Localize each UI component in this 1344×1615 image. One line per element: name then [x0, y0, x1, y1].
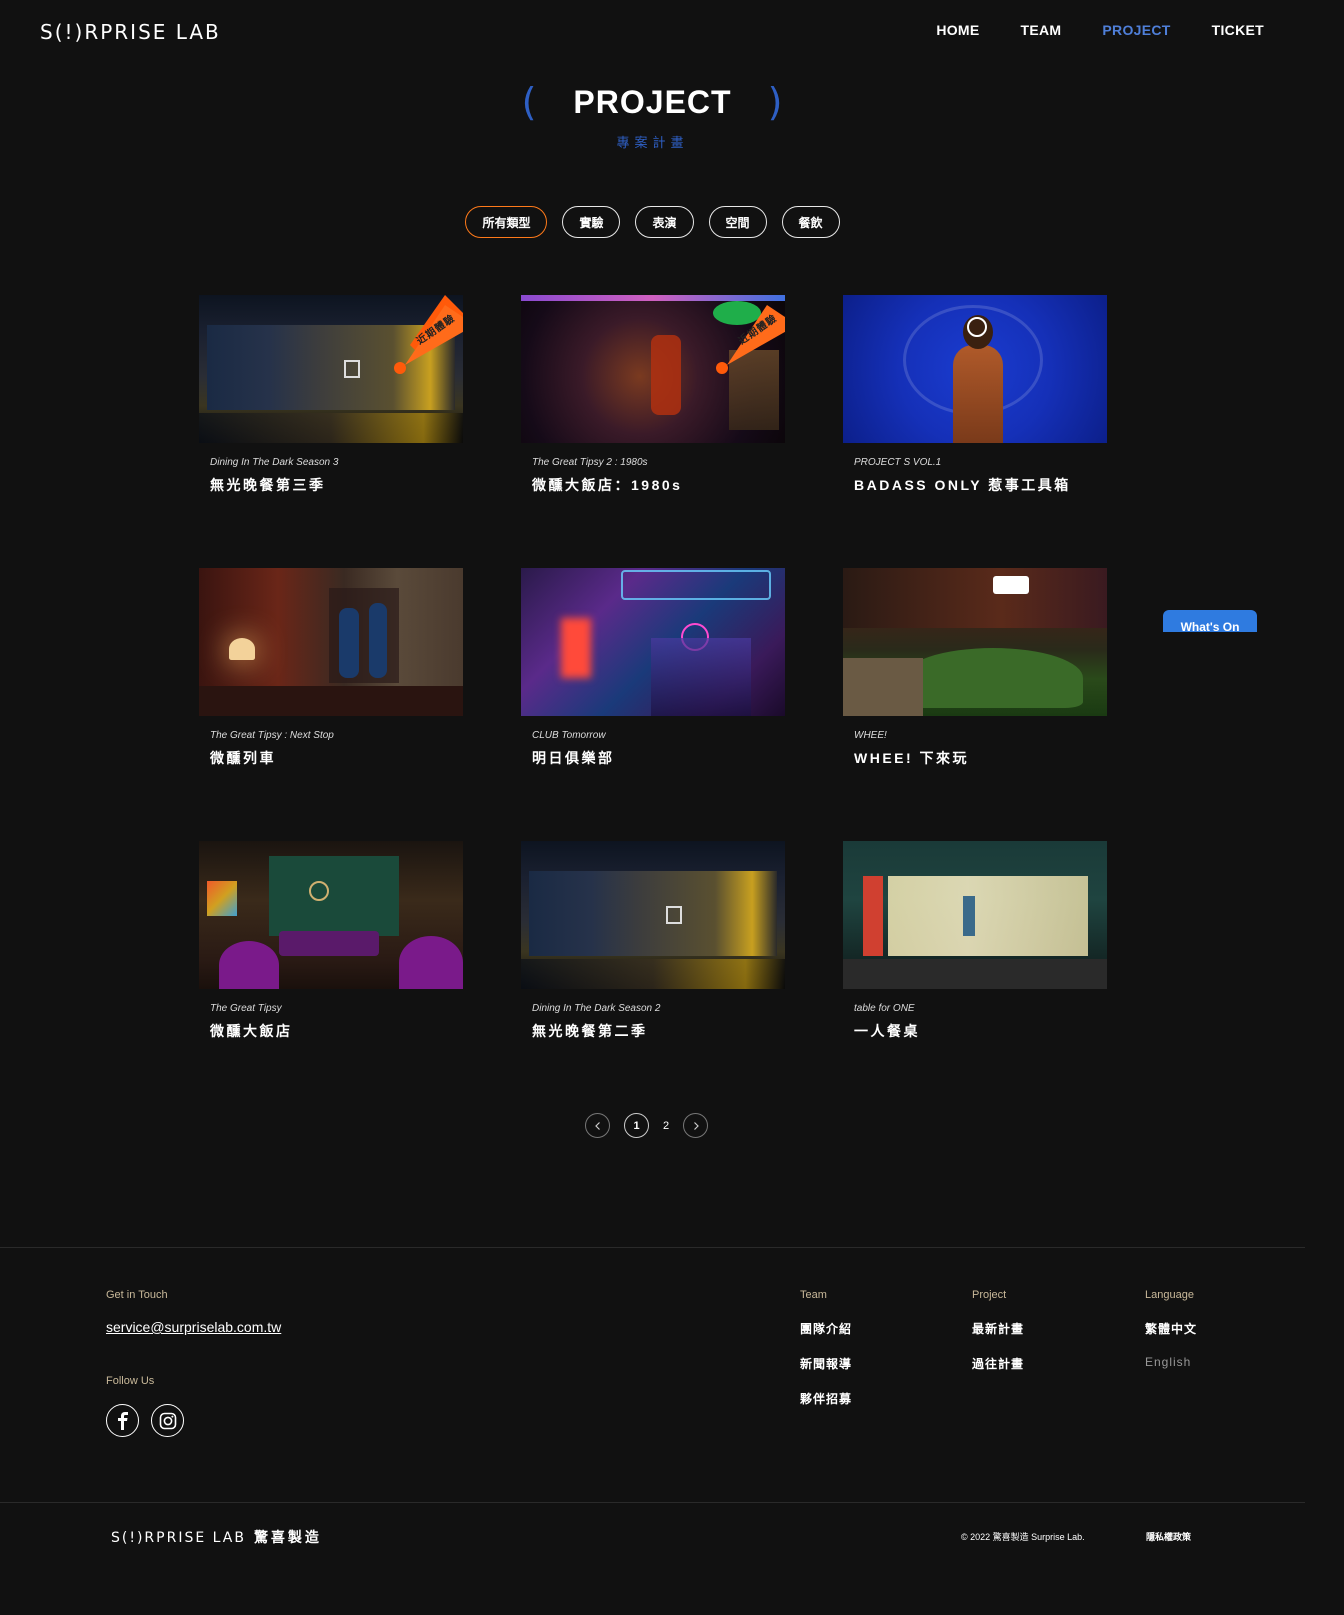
project-thumbnail[interactable] — [843, 841, 1107, 989]
page-2-button[interactable]: 2 — [663, 1120, 669, 1132]
language-en[interactable]: English — [1145, 1355, 1197, 1369]
project-label: Project — [972, 1289, 1007, 1301]
project-title-zh: BADASS ONLY 惹事工具箱 — [854, 477, 1071, 493]
project-title-en: The Great Tipsy 2 : 1980s — [532, 457, 648, 468]
project-title-zh: 明日俱樂部 — [532, 750, 615, 766]
footer-logo-zh: 驚喜製造 — [253, 1530, 322, 1546]
pagination: 1 2 — [585, 1113, 709, 1138]
footer-logo[interactable]: S(!)RPRISE LAB 驚喜製造 — [111, 1527, 322, 1547]
nav-ticket[interactable]: TICKET — [1212, 22, 1264, 38]
whats-on-tab[interactable]: What's On — [1163, 610, 1257, 632]
footer-divider — [0, 1247, 1305, 1248]
language-zh[interactable]: 繁體中文 — [1145, 1320, 1197, 1337]
project-card[interactable]: Dining In The Dark Season 2 無光晚餐第二季 — [521, 841, 785, 1114]
page-title: ( PROJECT ) — [522, 80, 784, 124]
chevron-right-icon — [693, 1121, 699, 1130]
project-card[interactable]: The Great Tipsy : Next Stop 微醺列車 — [199, 568, 463, 841]
project-title-zh: 無光晚餐第二季 — [532, 1023, 648, 1039]
project-title-en: table for ONE — [854, 1003, 915, 1014]
project-grid: 近期體驗 Dining In The Dark Season 3 無光晚餐第三季… — [199, 295, 1107, 1114]
project-thumbnail[interactable] — [843, 295, 1107, 443]
contact-email-link[interactable]: service@surpriselab.com.tw — [106, 1319, 281, 1335]
page-1-button[interactable]: 1 — [624, 1113, 649, 1138]
project-card[interactable]: The Great Tipsy 微醺大飯店 — [199, 841, 463, 1114]
footer-logo-text: S(!)RPRISE LAB — [111, 1530, 246, 1546]
project-title-zh: 微醺大飯店 — [210, 1023, 293, 1039]
next-page-button[interactable] — [683, 1113, 709, 1138]
copyright-text: © 2022 驚喜製造 Surprise Lab. — [961, 1532, 1085, 1542]
category-filters: 所有類型 實驗 表演 空間 餐飲 — [0, 206, 1305, 238]
main-nav: HOME TEAM PROJECT TICKET — [936, 22, 1264, 38]
project-links: 最新計畫 過往計畫 — [972, 1320, 1024, 1372]
project-card[interactable]: 近期體驗 The Great Tipsy 2 : 1980s 微醺大飯店：198… — [521, 295, 785, 568]
project-card[interactable]: CLUB Tomorrow 明日俱樂部 — [521, 568, 785, 841]
project-title-en: Dining In The Dark Season 3 — [210, 457, 339, 468]
nav-project[interactable]: PROJECT — [1102, 22, 1170, 38]
team-link-news[interactable]: 新聞報導 — [800, 1355, 852, 1372]
language-label: Language — [1145, 1289, 1194, 1301]
project-thumbnail[interactable] — [521, 841, 785, 989]
privacy-policy-link[interactable]: 隱私權政策 — [1146, 1530, 1191, 1543]
project-link-past[interactable]: 過往計畫 — [972, 1355, 1024, 1372]
project-card[interactable]: table for ONE 一人餐桌 — [843, 841, 1107, 1114]
team-label: Team — [800, 1289, 827, 1301]
project-title-zh: 微醺大飯店：1980s — [532, 477, 683, 493]
project-title-en: WHEE! — [854, 730, 887, 741]
nav-team[interactable]: TEAM — [1021, 22, 1062, 38]
get-in-touch-label: Get in Touch — [106, 1289, 168, 1301]
project-title-zh: 一人餐桌 — [854, 1023, 920, 1039]
project-thumbnail[interactable]: 近期體驗 — [521, 295, 785, 443]
site-logo[interactable]: S(!)RPRISE LAB — [40, 20, 221, 44]
right-bracket-icon: ) — [767, 80, 784, 124]
project-title-en: The Great Tipsy : Next Stop — [210, 730, 334, 741]
site-header: S(!)RPRISE LAB HOME TEAM PROJECT TICKET — [0, 0, 1305, 64]
project-thumbnail[interactable] — [199, 568, 463, 716]
prev-page-button[interactable] — [585, 1113, 610, 1138]
follow-us-label: Follow Us — [106, 1375, 155, 1387]
filter-space[interactable]: 空間 — [708, 206, 767, 238]
project-title-zh: 無光晚餐第三季 — [210, 477, 326, 493]
nav-home[interactable]: HOME — [936, 22, 979, 38]
project-title-en: CLUB Tomorrow — [532, 730, 606, 741]
filter-dining[interactable]: 餐飲 — [781, 206, 840, 238]
project-link-latest[interactable]: 最新計畫 — [972, 1320, 1024, 1337]
project-title-en: Dining In The Dark Season 2 — [532, 1003, 661, 1014]
project-title-en: PROJECT S VOL.1 — [854, 457, 942, 468]
page-title-text: PROJECT — [573, 83, 732, 120]
project-card[interactable]: WHEE! WHEE! 下來玩 — [843, 568, 1107, 841]
project-title-zh: WHEE! 下來玩 — [854, 750, 970, 766]
facebook-icon — [117, 1411, 128, 1430]
project-thumbnail[interactable] — [843, 568, 1107, 716]
instagram-icon — [159, 1412, 176, 1429]
page-title-block: ( PROJECT ) 專案計畫 — [0, 80, 1305, 151]
project-title-en: The Great Tipsy — [210, 1003, 282, 1014]
project-card[interactable]: PROJECT S VOL.1 BADASS ONLY 惹事工具箱 — [843, 295, 1107, 568]
instagram-button[interactable] — [151, 1404, 184, 1437]
team-link-recruit[interactable]: 夥伴招募 — [800, 1390, 852, 1407]
filter-all[interactable]: 所有類型 — [465, 206, 548, 238]
facebook-button[interactable] — [106, 1404, 139, 1437]
project-card[interactable]: 近期體驗 Dining In The Dark Season 3 無光晚餐第三季 — [199, 295, 463, 568]
filter-performance[interactable]: 表演 — [635, 206, 694, 238]
language-links: 繁體中文 English — [1145, 1320, 1197, 1369]
project-thumbnail[interactable] — [199, 841, 463, 989]
page-subtitle: 專案計畫 — [616, 135, 689, 150]
team-links: 團隊介紹 新聞報導 夥伴招募 — [800, 1320, 852, 1407]
filter-experiment[interactable]: 實驗 — [562, 206, 621, 238]
project-thumbnail[interactable] — [521, 568, 785, 716]
footer-bottom-divider — [0, 1502, 1305, 1503]
left-bracket-icon: ( — [521, 80, 538, 124]
project-title-zh: 微醺列車 — [210, 750, 276, 766]
chevron-left-icon — [594, 1121, 600, 1130]
project-thumbnail[interactable]: 近期體驗 — [199, 295, 463, 443]
team-link-intro[interactable]: 團隊介紹 — [800, 1320, 852, 1337]
